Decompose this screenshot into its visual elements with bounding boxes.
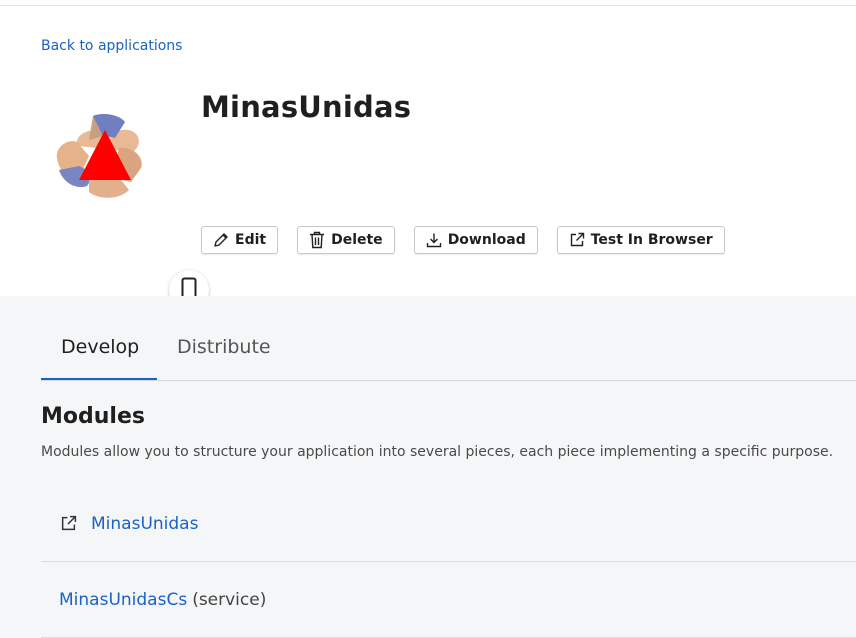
test-in-browser-button[interactable]: Test In Browser: [556, 226, 725, 254]
modules-description: Modules allow you to structure your appl…: [41, 444, 834, 460]
edit-button[interactable]: Edit: [201, 226, 279, 254]
tab-distribute[interactable]: Distribute: [177, 336, 271, 358]
tab-develop[interactable]: Develop: [61, 336, 139, 358]
content-panel: Develop Distribute Modules Modules allow…: [0, 296, 856, 638]
module-row: MinasUnidasCs (service): [41, 562, 856, 638]
delete-button-label: Delete: [331, 232, 383, 248]
external-link-icon: [570, 232, 584, 247]
trash-icon: [310, 231, 325, 249]
minas-unidas-logo: [56, 114, 142, 198]
download-icon: [426, 233, 441, 248]
pencil-icon: [214, 233, 228, 247]
module-link-minasunidas[interactable]: MinasUnidas: [91, 514, 198, 534]
active-tab-indicator: [41, 378, 157, 380]
test-in-browser-button-label: Test In Browser: [590, 232, 713, 248]
external-link-icon[interactable]: [60, 515, 77, 532]
top-divider: [0, 5, 856, 6]
download-button[interactable]: Download: [413, 226, 538, 254]
module-type-label: (service): [192, 589, 267, 610]
app-title: MinasUnidas: [201, 90, 412, 124]
delete-button[interactable]: Delete: [297, 226, 395, 254]
tab-bar: Develop Distribute: [41, 296, 856, 381]
module-row: MinasUnidas: [41, 486, 856, 562]
app-icon: [41, 92, 209, 310]
download-button-label: Download: [447, 232, 526, 248]
modules-title: Modules: [41, 404, 145, 429]
module-link-minasunidascs[interactable]: MinasUnidasCs: [59, 590, 187, 610]
back-to-applications-link[interactable]: Back to applications: [41, 38, 182, 54]
edit-button-label: Edit: [235, 232, 267, 248]
action-toolbar: Edit Delete Download Test In Browser: [201, 226, 744, 254]
